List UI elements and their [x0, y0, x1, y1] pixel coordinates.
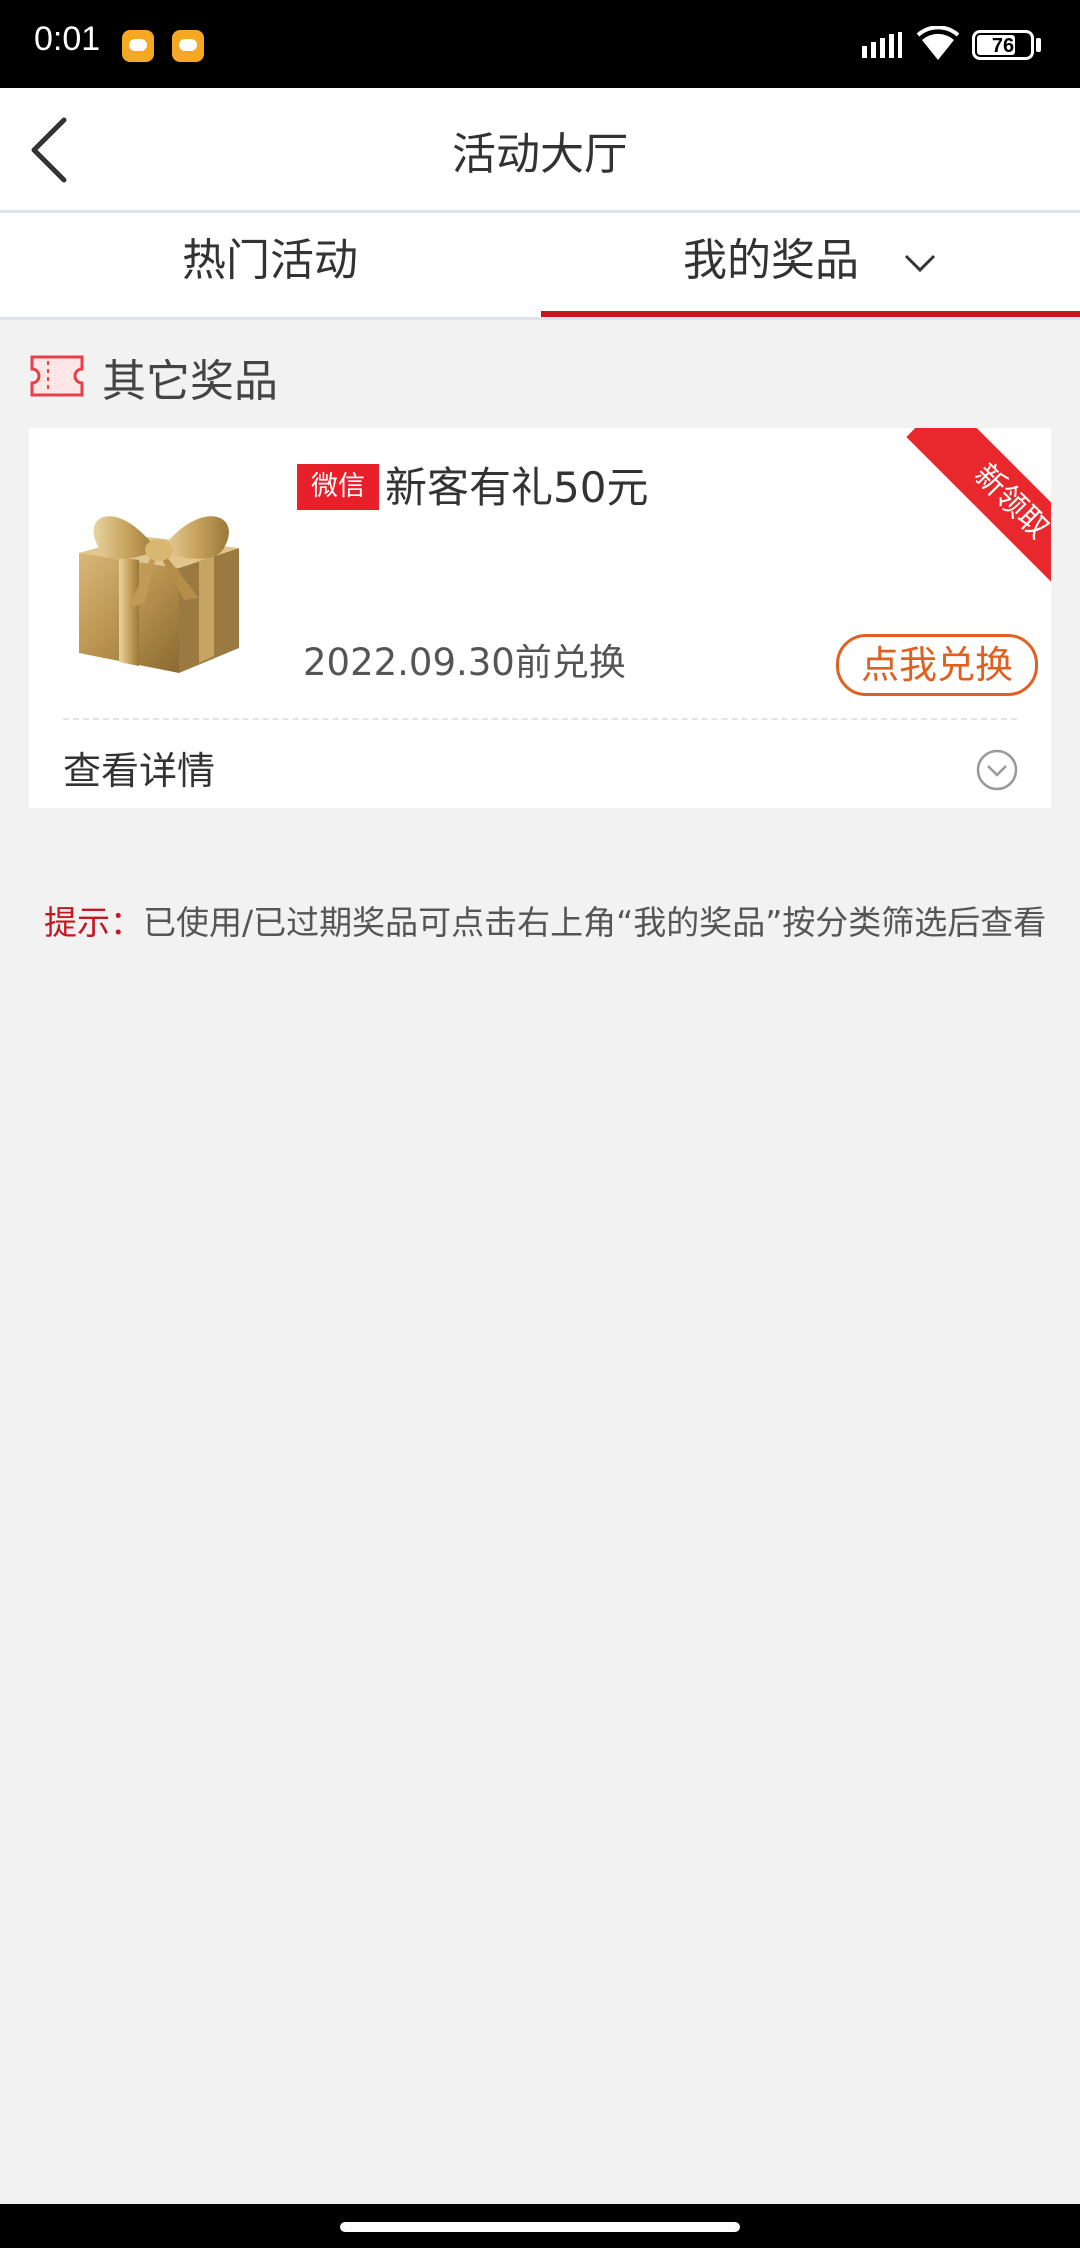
active-tab-indicator [541, 311, 1080, 317]
app-header: 活动大厅 [0, 88, 1080, 213]
new-ribbon: 新领取 [881, 428, 1051, 598]
notification-icon [172, 30, 204, 62]
navigation-bar [0, 2204, 1080, 2248]
status-time: 0:01 [34, 20, 101, 58]
tip-text: 提示：已使用/已过期奖品可点击右上角“我的奖品”按分类筛选后查看 [44, 896, 1046, 944]
home-indicator[interactable] [340, 2222, 740, 2232]
notification-icon [122, 30, 154, 62]
battery-icon: 76 [972, 30, 1034, 60]
chevron-down-circle-icon[interactable] [975, 748, 1019, 792]
card-divider [63, 718, 1017, 720]
tab-label: 热门活动 [182, 235, 358, 286]
tip-label: 提示： [44, 903, 143, 942]
signal-icon [862, 32, 902, 58]
tab-my-prizes[interactable]: 我的奖品 [540, 213, 1080, 317]
expire-date: 2022.09.30前兑换 [303, 641, 626, 684]
platform-badge: 微信 [297, 464, 379, 510]
wifi-icon [916, 26, 960, 60]
tab-label: 我的奖品 [683, 235, 859, 286]
tab-hot-activities[interactable]: 热门活动 [0, 213, 540, 317]
view-details-link[interactable]: 查看详情 [63, 740, 215, 795]
redeem-button[interactable]: 点我兑换 [836, 634, 1038, 696]
battery-cap [1036, 38, 1041, 52]
gift-box-icon [79, 516, 239, 673]
battery-level: 76 [991, 35, 1015, 57]
prize-card: 微信 新客有礼50元 2022.09.30前兑换 点我兑换 新领取 查看详情 [29, 428, 1051, 808]
tip-message: 已使用/已过期奖品可点击右上角“我的奖品”按分类筛选后查看 [143, 903, 1047, 942]
prize-name: 新客有礼50元 [385, 463, 649, 512]
chevron-down-icon [904, 254, 936, 273]
tab-bar: 热门活动 我的奖品 [0, 213, 1080, 320]
ribbon-label: 新领取 [906, 428, 1051, 598]
section-title: 其它奖品 [102, 356, 278, 407]
ticket-icon [30, 355, 84, 397]
page-title: 活动大厅 [452, 129, 628, 180]
status-bar: 0:01 76 [0, 0, 1080, 88]
